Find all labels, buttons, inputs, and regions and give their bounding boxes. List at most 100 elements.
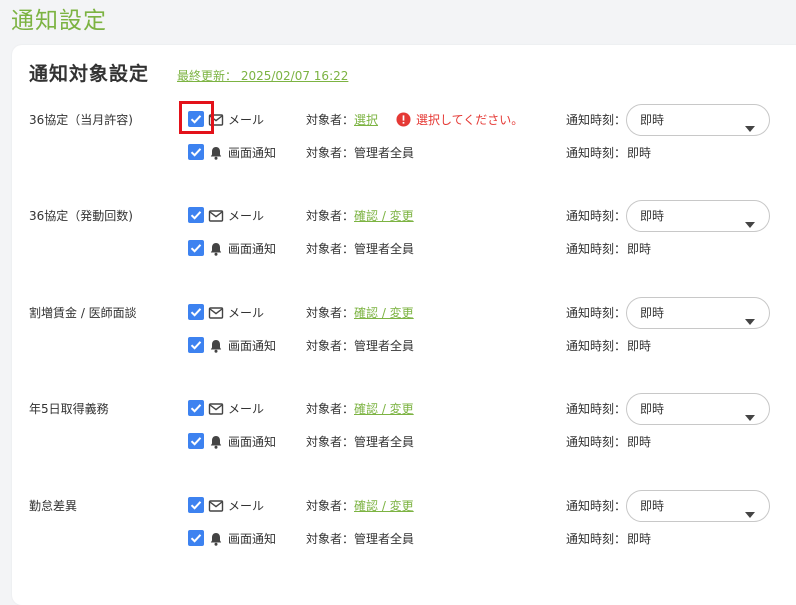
target-value: 管理者全員 xyxy=(354,435,415,449)
screen-notification-checkbox[interactable] xyxy=(188,144,204,160)
target-value: 管理者全員 xyxy=(354,146,415,160)
mail-checkbox[interactable] xyxy=(188,207,204,223)
target-link[interactable]: 確認 / 変更 xyxy=(354,208,414,224)
bell-icon xyxy=(208,145,224,161)
time-label: 通知時刻： xyxy=(566,146,627,160)
time-label: 通知時刻： xyxy=(566,435,627,449)
target-label: 対象者： xyxy=(306,402,355,416)
target-value: 管理者全員 xyxy=(354,339,415,353)
screen-notification-row: 画面通知 対象者： 管理者全員 通知時刻： 即時 xyxy=(0,239,796,259)
time-label: 通知時刻： xyxy=(566,499,627,513)
mail-label: メール xyxy=(228,113,265,127)
time-select-value: 即時 xyxy=(640,209,665,223)
screen-notification-checkbox[interactable] xyxy=(188,530,204,546)
target-value: 管理者全員 xyxy=(354,242,415,256)
time-select[interactable]: 即時 xyxy=(626,490,770,522)
time-value: 即時 xyxy=(627,146,652,160)
target-label: 対象者： xyxy=(306,113,355,127)
time-select[interactable]: 即時 xyxy=(626,393,770,425)
screen-notification-row: 画面通知 対象者： 管理者全員 通知時刻： 即時 xyxy=(0,529,796,549)
time-label: 通知時刻： xyxy=(566,113,627,127)
mail-icon xyxy=(208,401,224,417)
time-value: 即時 xyxy=(627,339,652,353)
mail-label: メール xyxy=(228,499,265,513)
card-title: 通知対象設定 xyxy=(29,63,150,85)
chevron-down-icon xyxy=(745,503,755,522)
time-label: 通知時刻： xyxy=(566,242,627,256)
bell-icon xyxy=(208,434,224,450)
time-select[interactable]: 即時 xyxy=(626,297,770,329)
mail-icon xyxy=(208,305,224,321)
screen-notification-label: 画面通知 xyxy=(228,435,277,449)
notification-section: 36協定（発動回数) メール 対象者： 確認 / 変更 通知時刻： 即時 画面通知 対象者：管… xyxy=(0,200,796,278)
mail-icon xyxy=(208,208,224,224)
screen-notification-label: 画面通知 xyxy=(228,146,277,160)
notification-section: 勤怠差異 メール 対象者： 確認 / 変更 通知時刻： 即時 画面通知 対象者： 管理者全員 通知… xyxy=(0,490,796,568)
mail-label: メール xyxy=(228,209,265,223)
target-link[interactable]: 確認 / 変更 xyxy=(354,401,414,417)
error-icon xyxy=(396,112,411,127)
chevron-down-icon xyxy=(745,310,755,329)
mail-row: メール 対象者： 確認 / 変更 通知時刻： 即時 xyxy=(0,200,796,232)
mail-row: メール 対象者： 確認 / 変更 通知時刻： 即時 xyxy=(0,490,796,522)
chevron-down-icon xyxy=(745,213,755,232)
target-link[interactable]: 確認 / 変更 xyxy=(354,305,414,321)
mail-label: メール xyxy=(228,306,265,320)
bell-icon xyxy=(208,241,224,257)
target-label: 対象者： xyxy=(306,339,355,353)
time-value: 即時 xyxy=(627,435,652,449)
mail-icon xyxy=(208,112,224,128)
notification-section: 年5日取得義務 メール 対象者： 確認 / 変更 通知時刻： 即時 画面通知 対象者： 管理者全… xyxy=(0,393,796,471)
time-select[interactable]: 即時 xyxy=(626,200,770,232)
target-link[interactable]: 確認 / 変更 xyxy=(354,498,414,514)
mail-row: メール 対象者： 選択 選択してください。 通知時刻： 即時 xyxy=(0,104,796,136)
chevron-down-icon xyxy=(745,406,755,425)
mail-checkbox[interactable] xyxy=(188,400,204,416)
bell-icon xyxy=(208,531,224,547)
screen-notification-row: 画面通知 対象者： 管理者全員 通知時刻： 即時 xyxy=(0,143,796,163)
time-select-value: 即時 xyxy=(640,306,665,320)
screen-notification-checkbox[interactable] xyxy=(188,337,204,353)
time-select-value: 即時 xyxy=(640,499,665,513)
notification-section: 36協定（当月許容) メール 対象者： 選択 選択してください。 通知時刻： 即時 画面通知対… xyxy=(0,104,796,182)
target-label: 対象者： xyxy=(306,242,355,256)
screen-notification-checkbox[interactable] xyxy=(188,240,204,256)
chevron-down-icon xyxy=(745,117,755,136)
time-select-value: 即時 xyxy=(640,402,665,416)
target-label: 対象者： xyxy=(306,209,355,223)
mail-checkbox[interactable] xyxy=(188,304,204,320)
time-label: 通知時刻： xyxy=(566,532,627,546)
screen-notification-row: 画面通知 対象者： 管理者全員 通知時刻： 即時 xyxy=(0,336,796,356)
mail-checkbox[interactable] xyxy=(188,497,204,513)
screen-notification-label: 画面通知 xyxy=(228,339,277,353)
screen-notification-label: 画面通知 xyxy=(228,532,277,546)
error-message: 選択してください。 xyxy=(416,113,524,127)
time-value: 即時 xyxy=(627,242,652,256)
notification-section: 割増賃金 / 医師面談 メール 対象者： 確認 / 変更 通知時刻： 即時 画面通知 対象者：… xyxy=(0,297,796,375)
target-label: 対象者： xyxy=(306,435,355,449)
target-value: 管理者全員 xyxy=(354,532,415,546)
mail-checkbox[interactable] xyxy=(188,111,204,127)
time-label: 通知時刻： xyxy=(566,339,627,353)
target-label: 対象者： xyxy=(306,146,355,160)
time-label: 通知時刻： xyxy=(566,402,627,416)
mail-label: メール xyxy=(228,402,265,416)
screen-notification-row: 画面通知 対象者： 管理者全員 通知時刻： 即時 xyxy=(0,432,796,452)
time-label: 通知時刻： xyxy=(566,306,627,320)
screen-notification-checkbox[interactable] xyxy=(188,433,204,449)
mail-row: メール 対象者： 確認 / 変更 通知時刻： 即時 xyxy=(0,297,796,329)
last-updated: 最終更新： 2025/02/07 16:22 xyxy=(177,69,349,83)
screen-notification-label: 画面通知 xyxy=(228,242,277,256)
time-label: 通知時刻： xyxy=(566,209,627,223)
time-select-value: 即時 xyxy=(640,113,665,127)
bell-icon xyxy=(208,338,224,354)
mail-row: メール 対象者： 確認 / 変更 通知時刻： 即時 xyxy=(0,393,796,425)
page-title: 通知設定 xyxy=(11,8,107,34)
target-label: 対象者： xyxy=(306,306,355,320)
time-value: 即時 xyxy=(627,532,652,546)
target-label: 対象者： xyxy=(306,499,355,513)
target-label: 対象者： xyxy=(306,532,355,546)
target-link[interactable]: 選択 xyxy=(354,112,378,128)
time-select[interactable]: 即時 xyxy=(626,104,770,136)
mail-icon xyxy=(208,498,224,514)
